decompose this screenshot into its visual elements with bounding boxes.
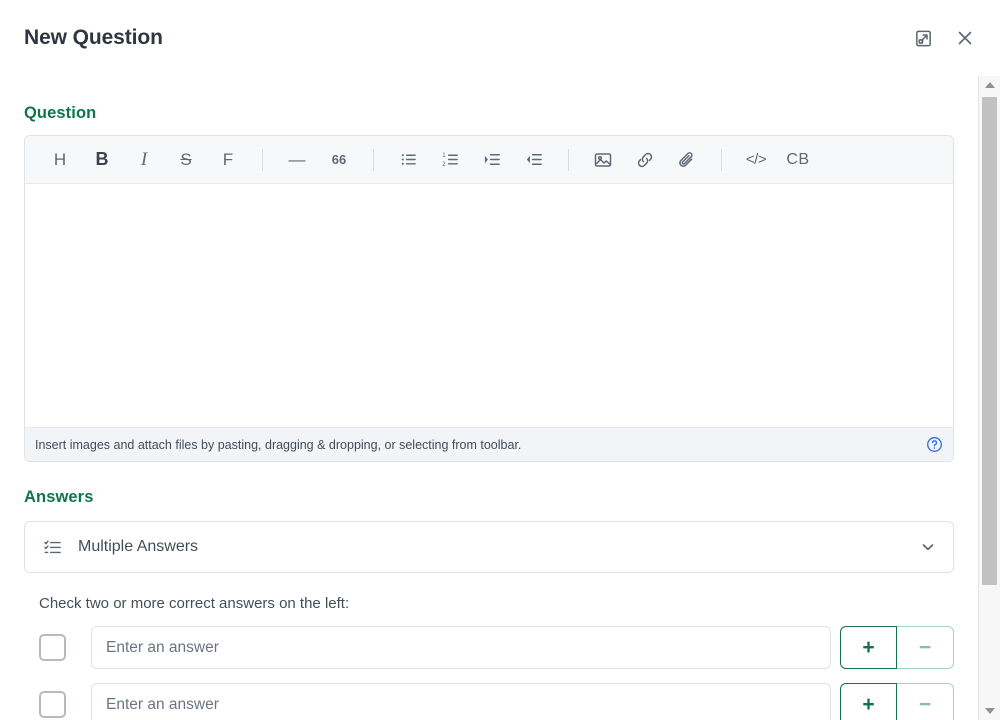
remove-answer-button[interactable]: − <box>897 626 954 669</box>
dialog-body: Question H B I S F — 66 1 2 </> CB Inser… <box>0 76 978 720</box>
horizontal-rule-icon[interactable]: — <box>276 143 318 177</box>
remove-answer-button[interactable]: − <box>897 683 954 720</box>
page-title: New Question <box>24 26 163 49</box>
svg-text:2: 2 <box>442 161 446 168</box>
heading-icon[interactable]: H <box>39 143 81 177</box>
answers-instruction: Check two or more correct answers on the… <box>39 595 350 612</box>
dialog-header: New Question <box>0 0 1000 76</box>
editor-toolbar: H B I S F — 66 1 2 </> CB <box>25 136 953 184</box>
question-editor: H B I S F — 66 1 2 </> CB Insert images … <box>24 135 954 462</box>
answers-section-label: Answers <box>24 488 94 506</box>
checklist-icon <box>43 538 62 557</box>
toolbar-separator <box>262 148 263 171</box>
answer-correct-checkbox[interactable] <box>39 691 66 718</box>
vertical-scrollbar[interactable] <box>978 76 1000 720</box>
bold-icon[interactable]: B <box>81 143 123 177</box>
italic-icon[interactable]: I <box>123 143 165 177</box>
blockquote-icon[interactable]: 66 <box>318 143 360 177</box>
answer-type-select[interactable]: Multiple Answers <box>24 521 954 573</box>
dialog-content: Question H B I S F — 66 1 2 </> CB Inser… <box>0 76 978 720</box>
answer-row: + − <box>24 683 954 720</box>
editor-footer: Insert images and attach files by pastin… <box>25 427 953 461</box>
help-circle-icon[interactable] <box>926 436 943 453</box>
editor-hint-text: Insert images and attach files by pastin… <box>35 437 522 452</box>
answer-row-buttons: + − <box>840 683 954 720</box>
bulleted-list-icon[interactable] <box>387 143 429 177</box>
toolbar-separator <box>373 148 374 171</box>
scrollbar-thumb[interactable] <box>982 97 997 585</box>
question-section-label: Question <box>24 104 97 122</box>
paperclip-icon[interactable] <box>666 143 708 177</box>
question-input[interactable] <box>25 184 953 427</box>
svg-text:1: 1 <box>442 152 446 159</box>
numbered-list-icon[interactable]: 1 2 <box>429 143 471 177</box>
answer-input[interactable] <box>91 626 831 669</box>
code-block-icon[interactable]: CB <box>777 143 819 177</box>
answer-type-value: Multiple Answers <box>78 538 199 555</box>
indent-decrease-icon[interactable] <box>513 143 555 177</box>
new-question-dialog: New Question Question H B I S F — 66 1 2… <box>0 0 1000 720</box>
font-icon[interactable]: F <box>207 143 249 177</box>
scroll-up-arrow-icon[interactable] <box>979 76 1000 94</box>
image-icon[interactable] <box>582 143 624 177</box>
answer-correct-checkbox[interactable] <box>39 634 66 661</box>
header-actions <box>910 25 978 51</box>
answer-input[interactable] <box>91 683 831 720</box>
link-icon[interactable] <box>624 143 666 177</box>
chevron-down-icon[interactable] <box>919 538 937 556</box>
indent-increase-icon[interactable] <box>471 143 513 177</box>
add-answer-button[interactable]: + <box>840 683 897 720</box>
code-icon[interactable]: </> <box>735 143 777 177</box>
close-icon[interactable] <box>952 25 978 51</box>
answer-row-buttons: + − <box>840 626 954 669</box>
expand-icon[interactable] <box>910 25 936 51</box>
add-answer-button[interactable]: + <box>840 626 897 669</box>
toolbar-separator <box>721 148 722 171</box>
toolbar-separator <box>568 148 569 171</box>
strikethrough-icon[interactable]: S <box>165 143 207 177</box>
answer-row: + − <box>24 626 954 669</box>
scroll-down-arrow-icon[interactable] <box>979 702 1000 720</box>
